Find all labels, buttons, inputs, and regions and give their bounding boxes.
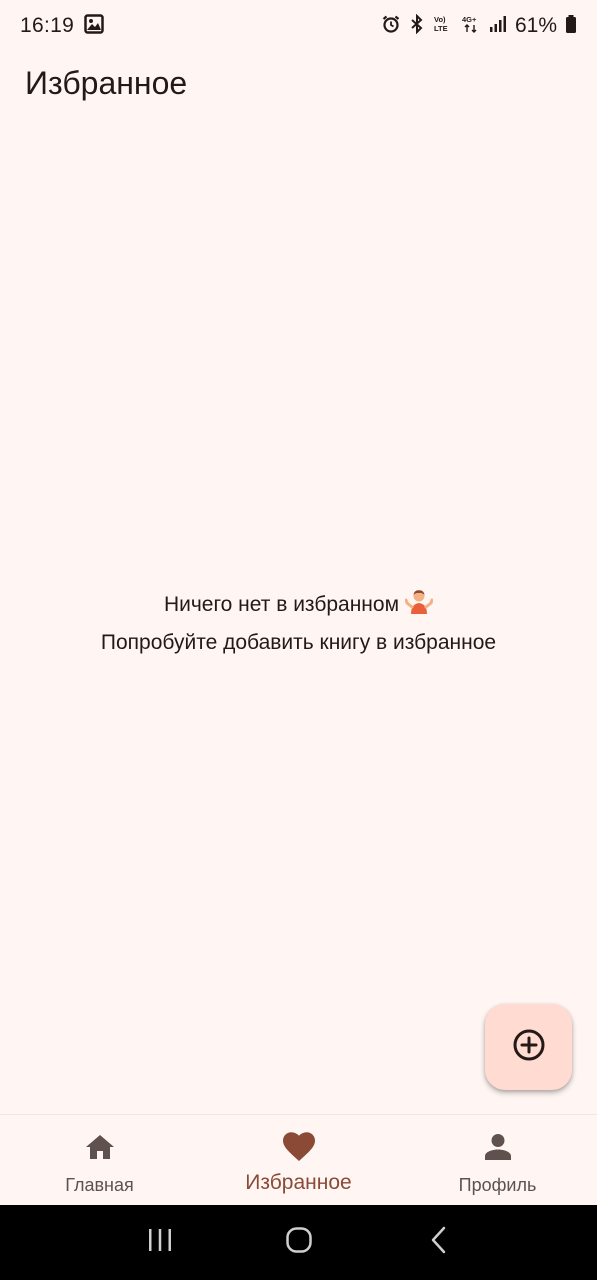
recents-button[interactable] — [135, 1218, 185, 1268]
battery-percent: 61% — [514, 14, 557, 37]
svg-text:4G+: 4G+ — [462, 15, 477, 24]
page-title: Избранное — [25, 65, 188, 101]
gallery-icon — [84, 13, 104, 39]
svg-text:Vo): Vo) — [434, 15, 446, 24]
nav-label-profile: Профиль — [458, 1175, 537, 1195]
nav-item-home[interactable]: Главная — [0, 1115, 199, 1205]
nav-label-favorites: Избранное — [245, 1171, 352, 1194]
recents-icon — [147, 1228, 173, 1257]
bluetooth-icon — [409, 13, 425, 39]
back-button[interactable] — [413, 1218, 463, 1268]
alarm-icon — [381, 14, 401, 39]
status-left: 16:19 — [20, 13, 104, 39]
favorites-screen: 16:19 Vo) LTE 4G+ 61% Избранное Ничего н… — [0, 0, 597, 1280]
add-favorite-fab[interactable] — [485, 1004, 572, 1090]
home-circle-icon — [285, 1226, 313, 1259]
svg-text:LTE: LTE — [434, 24, 448, 33]
volte-icon: Vo) LTE — [433, 14, 453, 39]
nav-label-home: Главная — [65, 1175, 134, 1195]
system-navigation-bar — [0, 1205, 597, 1280]
status-bar: 16:19 Vo) LTE 4G+ 61% — [0, 0, 597, 52]
empty-state: Ничего нет в избранном Попробуйте добави… — [0, 588, 597, 660]
add-circle-icon — [512, 1028, 546, 1067]
status-time: 16:19 — [20, 14, 75, 37]
shrug-emoji-icon — [404, 589, 434, 626]
bottom-navigation: Главная Избранное Профиль — [0, 1114, 597, 1205]
empty-state-subtitle: Попробуйте добавить книгу в избранное — [100, 631, 497, 654]
heart-icon — [282, 1131, 316, 1163]
battery-icon — [565, 14, 577, 39]
person-icon — [484, 1131, 512, 1163]
top-app-bar: Избранное — [0, 52, 597, 116]
nav-item-favorites[interactable]: Избранное — [199, 1115, 398, 1205]
4g-icon: 4G+ — [461, 14, 481, 39]
back-icon — [429, 1226, 447, 1259]
status-right: Vo) LTE 4G+ 61% — [381, 13, 577, 39]
empty-state-line-1: Ничего нет в избранном — [0, 588, 597, 626]
nav-item-profile[interactable]: Профиль — [398, 1115, 597, 1205]
empty-state-title: Ничего нет в избранном — [163, 593, 400, 616]
system-home-button[interactable] — [274, 1218, 324, 1268]
home-icon — [84, 1131, 116, 1163]
signal-icon — [489, 14, 507, 39]
